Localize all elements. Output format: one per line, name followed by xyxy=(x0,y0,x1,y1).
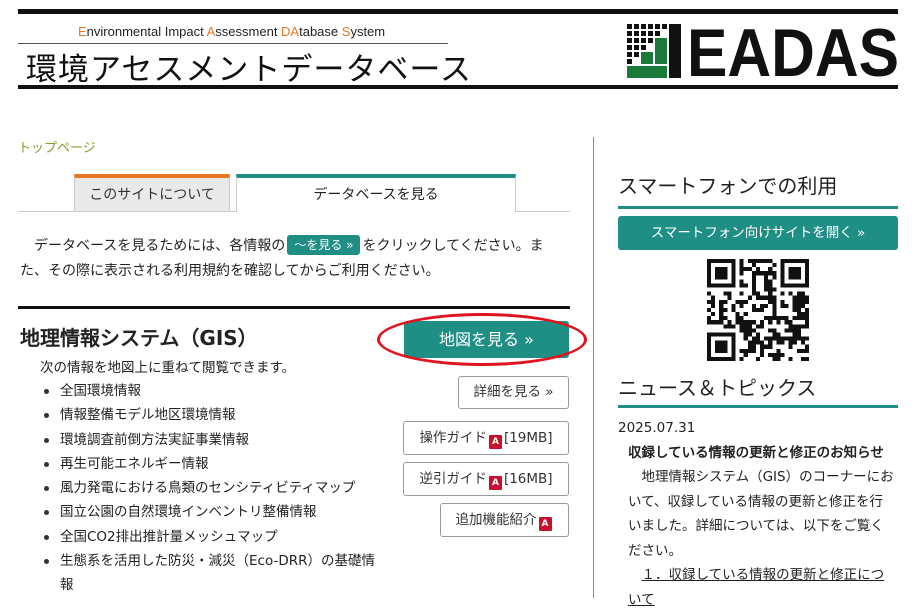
gis-info-list: 全国環境情報 情報整備モデル地区環境情報 環境調査前倒方法実証事業情報 再生可能… xyxy=(40,379,385,598)
intro-before: データベースを見るためには、各情報の xyxy=(34,238,286,254)
additional-features-button[interactable]: 追加機能紹介 A xyxy=(440,503,569,537)
reverse-guide-button[interactable]: 逆引ガイド A [16MB] xyxy=(403,462,569,496)
subtitle-part: ystem xyxy=(350,24,386,39)
view-details-button[interactable]: 詳細を見る » xyxy=(458,376,569,409)
news-date: 2025.07.31 xyxy=(618,420,696,436)
logo-grid-icon xyxy=(625,22,683,78)
tab-about-site[interactable]: このサイトについて xyxy=(74,174,230,211)
extra-label: 追加機能紹介 xyxy=(455,512,537,528)
subtitle-part: tabase xyxy=(299,24,342,39)
eadas-logo[interactable]: EADAS xyxy=(625,20,900,80)
index-size: [16MB] xyxy=(503,471,553,487)
list-item: 生態系を活用した防災・減災（Eco-DRR）の基礎情報 xyxy=(40,549,385,598)
list-item: 情報整備モデル地区環境情報 xyxy=(40,403,385,427)
news-section-title: ニュース＆トピックス xyxy=(618,376,817,400)
subtitle-part: E xyxy=(78,24,87,39)
guide-size: [19MB] xyxy=(503,430,553,446)
gis-description: 次の情報を地図上に重ねて閲覧できます。 xyxy=(40,360,296,376)
operation-guide-button[interactable]: 操作ガイド A [19MB] xyxy=(403,421,569,455)
news-section-rule xyxy=(618,405,898,408)
column-divider xyxy=(593,137,594,598)
list-item: 風力発電における鳥類のセンシティビティマップ xyxy=(40,476,385,500)
view-chip-example: ～を見る » xyxy=(287,235,361,255)
site-title[interactable]: 環境アセスメントデータベース xyxy=(26,44,472,89)
intro-text: データベースを見るためには、各情報の ～を見る » をクリックしてください。また、そ… xyxy=(20,234,570,284)
list-item: 全国CO2排出推計量メッシュマップ xyxy=(40,525,385,549)
guide-label: 操作ガイド xyxy=(419,430,487,446)
subtitle-part: nvironmental Impact xyxy=(86,24,207,39)
news-body: 地理情報システム（GIS）のコーナーにおいて、収録している情報の更新と修正を行い… xyxy=(628,469,894,559)
list-item: 環境調査前倒方法実証事業情報 xyxy=(40,428,385,452)
header-top-rule xyxy=(18,9,898,14)
subtitle-part: DA xyxy=(281,24,300,39)
open-smartphone-site-button[interactable]: スマートフォン向けサイトを開く » xyxy=(618,216,898,250)
list-item: 再生可能エネルギー情報 xyxy=(40,452,385,476)
smartphone-section-title: スマートフォンでの利用 xyxy=(618,174,838,198)
list-item: 全国環境情報 xyxy=(40,379,385,403)
subtitle-part: A xyxy=(206,24,216,39)
site-subtitle: Environmental Impact Assessment DAtabase… xyxy=(78,24,385,39)
gis-section-title: 地理情報システム（GIS） xyxy=(20,326,258,350)
index-label: 逆引ガイド xyxy=(419,471,487,487)
smartphone-section-rule xyxy=(618,206,898,209)
tab-view-database[interactable]: データベースを見る xyxy=(236,174,516,212)
news-link-update[interactable]: １．収録している情報の更新と修正について xyxy=(628,563,896,612)
header-bottom-rule xyxy=(18,85,898,89)
pdf-icon: A xyxy=(488,476,502,490)
qr-code-icon xyxy=(707,259,809,361)
breadcrumb[interactable]: トップページ xyxy=(18,137,96,156)
highlight-circle xyxy=(377,313,587,366)
pdf-icon: A xyxy=(538,517,552,531)
gis-section-rule xyxy=(18,306,570,309)
logo-text: EADAS xyxy=(687,20,899,80)
news-headline: 収録している情報の更新と修正のお知らせ xyxy=(628,445,884,461)
pdf-icon: A xyxy=(488,435,502,449)
subtitle-part: ssessment xyxy=(215,24,282,39)
list-item: 国立公園の自然環境インベントリ整備情報 xyxy=(40,500,385,524)
